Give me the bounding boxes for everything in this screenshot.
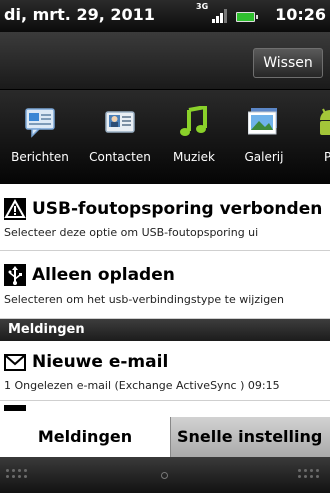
contacts-icon	[105, 111, 135, 133]
drag-handle[interactable]	[0, 457, 330, 493]
status-date: di, mrt. 29, 2011	[4, 5, 155, 24]
network-type: 3G	[196, 2, 209, 11]
app-label: Berichten	[11, 150, 69, 164]
gallery-icon	[248, 108, 277, 135]
warning-icon	[4, 198, 26, 220]
recent-apps-bar: Berichten Contacten Muziek Galerij P	[0, 90, 330, 184]
app-label: Contacten	[89, 150, 151, 164]
app-gallery[interactable]: Galerij	[228, 90, 300, 184]
app-contacts[interactable]: Contacten	[80, 90, 160, 184]
notification-title: USB-foutopsporing verbonden	[32, 199, 323, 219]
notification-subtitle: Selecteren om het usb-verbindingstype te…	[4, 293, 284, 306]
notification-title: Nieuwe e-mail	[32, 352, 169, 372]
notification-toolbar: Wissen	[0, 32, 330, 90]
notification-subtitle: 1 Ongelezen e-mail (Exchange ActiveSync …	[4, 379, 280, 392]
notification-list: USB-foutopsporing verbonden Selecteer de…	[0, 184, 330, 417]
app-partial[interactable]: P	[300, 90, 330, 184]
app-label: Muziek	[173, 150, 215, 164]
mail-icon	[4, 354, 26, 371]
app-label: Galerij	[244, 150, 284, 164]
battery-icon	[236, 12, 258, 22]
notification-charge-only[interactable]: Alleen opladen Selecteren om het usb-ver…	[0, 251, 330, 319]
status-time: 10:26	[275, 5, 326, 24]
grip-icon	[298, 469, 322, 481]
tab-quick-settings[interactable]: Snelle instelling	[170, 417, 330, 457]
bottom-tabs: Meldingen Snelle instelling	[0, 417, 330, 457]
app-music[interactable]: Muziek	[160, 90, 228, 184]
notification-icon	[4, 405, 26, 411]
signal-icon	[212, 9, 230, 23]
notification-title: Alleen opladen	[32, 265, 175, 285]
section-header-notifications: Meldingen	[0, 319, 330, 341]
notification-subtitle: Selecteer deze optie om USB-foutopsporin…	[4, 226, 259, 239]
clear-button[interactable]: Wissen	[253, 48, 323, 78]
android-icon	[320, 108, 330, 135]
messages-icon	[25, 108, 55, 138]
handle-dot-icon	[161, 472, 168, 479]
grip-icon	[6, 469, 30, 481]
music-icon	[180, 106, 207, 136]
notification-new-email[interactable]: Nieuwe e-mail 1 Ongelezen e-mail (Exchan…	[0, 341, 330, 401]
app-messages[interactable]: Berichten	[0, 90, 80, 184]
usb-icon	[4, 264, 26, 286]
tab-notifications[interactable]: Meldingen	[0, 417, 170, 457]
notification-partial[interactable]	[0, 401, 330, 417]
app-label: P	[324, 150, 330, 164]
notification-usb-debugging[interactable]: USB-foutopsporing verbonden Selecteer de…	[0, 184, 330, 251]
status-bar: di, mrt. 29, 2011 3G 10:26	[0, 0, 330, 32]
